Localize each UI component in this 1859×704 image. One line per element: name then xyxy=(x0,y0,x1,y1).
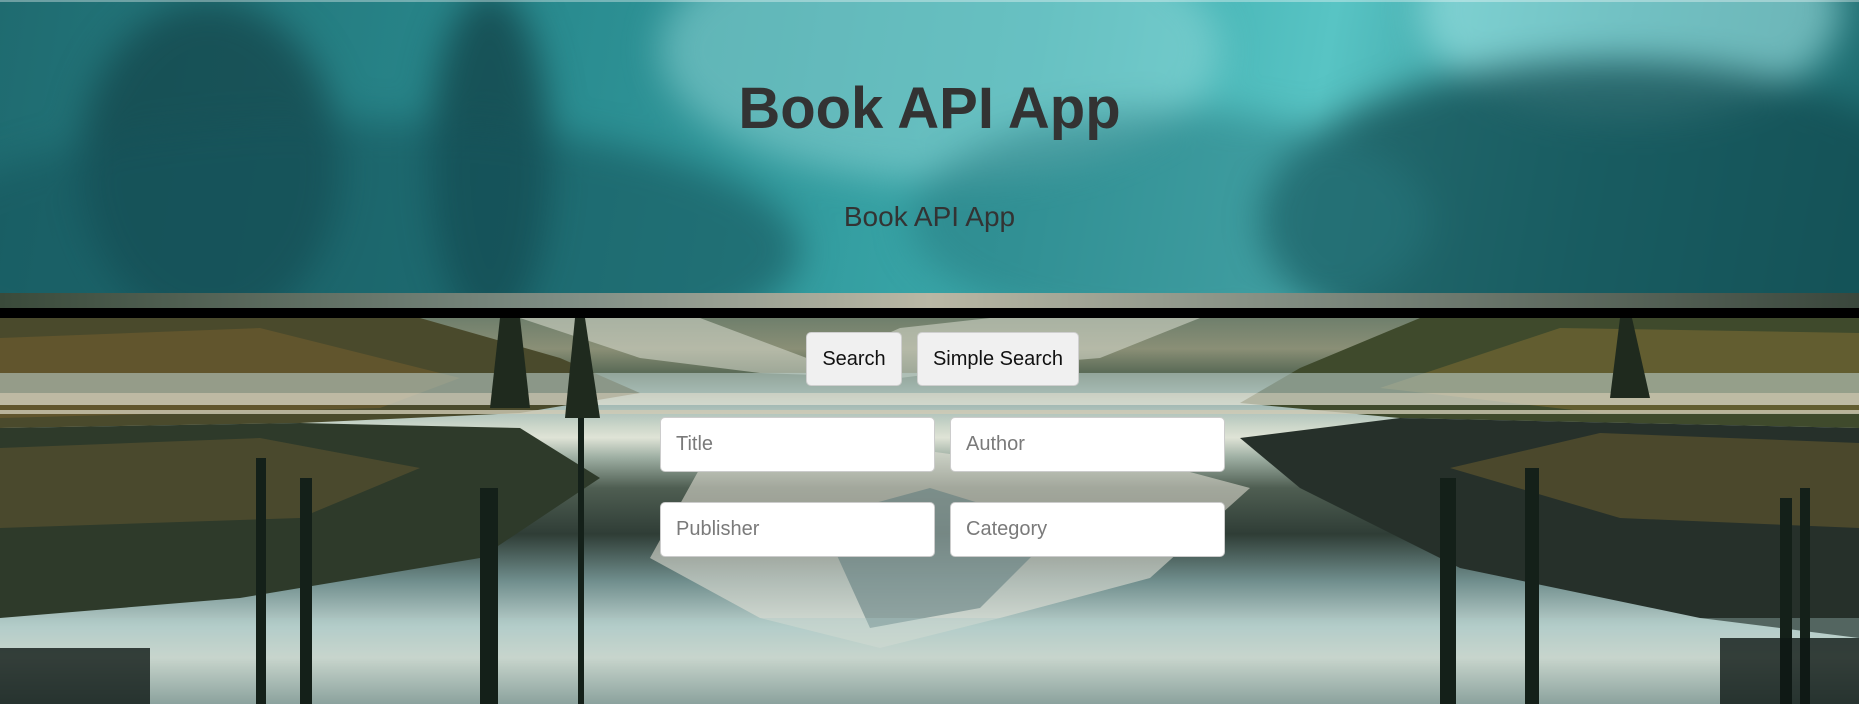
app-subtitle: Book API App xyxy=(843,201,1016,232)
author-input[interactable] xyxy=(950,417,1225,472)
background-strip xyxy=(0,293,1859,308)
page: Book API App Book API App Search Simple … xyxy=(0,0,1859,704)
category-input[interactable] xyxy=(950,502,1225,557)
header-divider xyxy=(0,308,1859,318)
header-background-image xyxy=(0,0,1859,293)
simple-search-button[interactable]: Simple Search xyxy=(917,332,1079,386)
publisher-input[interactable] xyxy=(660,502,935,557)
page-header: Book API App Book API App xyxy=(0,0,1859,293)
header-top-edge xyxy=(0,0,1859,2)
title-input[interactable] xyxy=(660,417,935,472)
search-button[interactable]: Search xyxy=(806,332,902,386)
app-title: Book API App xyxy=(738,76,1121,141)
